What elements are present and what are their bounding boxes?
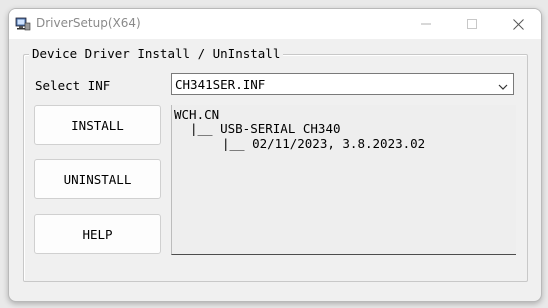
uninstall-button[interactable]: UNINSTALL — [34, 159, 161, 199]
close-icon — [512, 18, 524, 30]
title-bar[interactable]: DriverSetup(X64) — [9, 9, 541, 39]
inf-select-value: CH341SER.INF — [175, 77, 266, 92]
install-button[interactable]: INSTALL — [34, 105, 161, 145]
maximize-icon — [467, 19, 477, 29]
maximize-button[interactable] — [449, 9, 495, 39]
driver-setup-app-icon — [15, 16, 31, 32]
chevron-down-icon[interactable] — [497, 78, 509, 90]
minimize-icon — [421, 23, 431, 25]
driver-info-panel: WCH.CN |__ USB-SERIAL CH340 |__ 02/11/20… — [171, 105, 516, 255]
driver-setup-window: DriverSetup(X64) Device Driver Install /… — [8, 8, 542, 302]
info-device: |__ USB-SERIAL CH340 — [190, 121, 341, 136]
close-button[interactable] — [495, 9, 541, 39]
group-label: Device Driver Install / UnInstall — [29, 46, 284, 61]
info-vendor: WCH.CN — [174, 107, 220, 122]
select-inf-label: Select INF — [35, 78, 111, 93]
window-title: DriverSetup(X64) — [36, 16, 141, 30]
info-version: |__ 02/11/2023, 3.8.2023.02 — [222, 136, 426, 151]
minimize-button[interactable] — [403, 9, 449, 39]
help-button[interactable]: HELP — [34, 214, 161, 254]
inf-select-dropdown[interactable]: CH341SER.INF — [171, 73, 514, 95]
